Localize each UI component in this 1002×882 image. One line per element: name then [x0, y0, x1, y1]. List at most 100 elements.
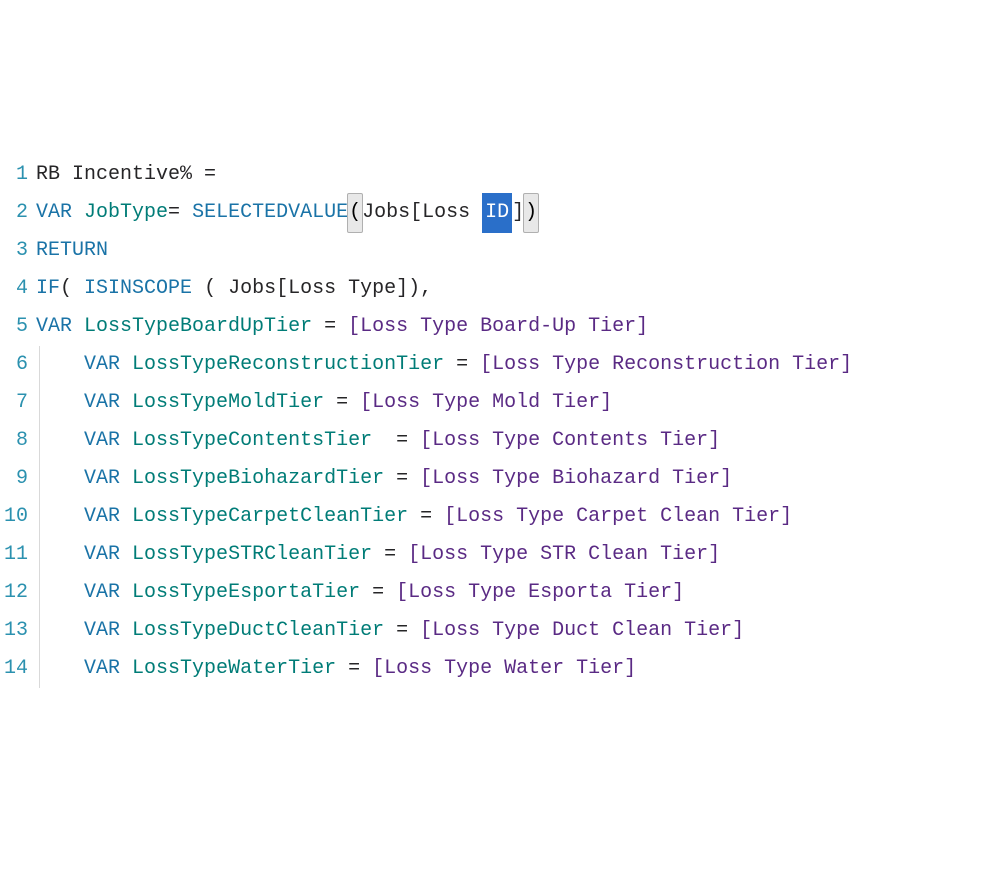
line-number: 7	[0, 384, 28, 422]
code-token	[36, 650, 84, 688]
code-token: Jobs[Loss	[362, 194, 482, 232]
keyword-token: VAR	[36, 194, 72, 232]
measure-reference-token: [Loss Type Duct Clean Tier]	[420, 612, 744, 650]
code-token: =	[444, 346, 480, 384]
measure-reference-token: [Loss Type Board-Up Tier]	[348, 308, 648, 346]
code-token: ( Jobs[Loss Type]),	[192, 270, 432, 308]
code-line[interactable]: VAR LossTypeBoardUpTier = [Loss Type Boa…	[36, 308, 1002, 346]
code-line[interactable]: VAR LossTypeEsportaTier = [Loss Type Esp…	[36, 574, 1002, 612]
variable-name-token: LossTypeSTRCleanTier	[132, 536, 372, 574]
code-token	[36, 498, 84, 536]
code-token	[120, 574, 132, 612]
code-token	[36, 612, 84, 650]
line-number: 3	[0, 232, 28, 270]
code-token: =	[324, 384, 360, 422]
selected-text: ID	[482, 193, 512, 233]
code-line[interactable]: VAR LossTypeWaterTier = [Loss Type Water…	[36, 650, 1002, 688]
code-token: =	[312, 308, 348, 346]
code-token	[120, 346, 132, 384]
keyword-token: VAR	[84, 650, 120, 688]
code-token: =	[384, 460, 420, 498]
measure-reference-token: [Loss Type Mold Tier]	[360, 384, 612, 422]
code-token	[120, 422, 132, 460]
code-token	[120, 384, 132, 422]
code-token: =	[168, 194, 192, 232]
code-line[interactable]: VAR LossTypeReconstructionTier = [Loss T…	[36, 346, 1002, 384]
keyword-token: VAR	[84, 536, 120, 574]
code-token	[120, 650, 132, 688]
variable-name-token: LossTypeReconstructionTier	[132, 346, 444, 384]
variable-name-token: LossTypeMoldTier	[132, 384, 324, 422]
variable-name-token: LossTypeEsportaTier	[132, 574, 360, 612]
measure-reference-token: [Loss Type Reconstruction Tier]	[480, 346, 852, 384]
code-token: =	[384, 612, 420, 650]
code-line[interactable]: VAR JobType= SELECTEDVALUE(Jobs[Loss ID]…	[36, 194, 1002, 232]
line-number: 12	[0, 574, 28, 612]
code-token: =	[408, 498, 444, 536]
code-line[interactable]: VAR LossTypeSTRCleanTier = [Loss Type ST…	[36, 536, 1002, 574]
code-token: =	[372, 536, 408, 574]
line-number: 4	[0, 270, 28, 308]
measure-reference-token: [Loss Type STR Clean Tier]	[408, 536, 720, 574]
code-token	[120, 460, 132, 498]
keyword-token: VAR	[84, 612, 120, 650]
code-line[interactable]: VAR LossTypeMoldTier = [Loss Type Mold T…	[36, 384, 1002, 422]
line-number: 14	[0, 650, 28, 688]
variable-name-token: LossTypeContentsTier	[132, 422, 372, 460]
line-number-gutter: 1234567891011121314	[0, 156, 36, 688]
line-number: 9	[0, 460, 28, 498]
keyword-token: VAR	[84, 460, 120, 498]
line-number: 2	[0, 194, 28, 232]
code-line[interactable]: VAR LossTypeDuctCleanTier = [Loss Type D…	[36, 612, 1002, 650]
code-line[interactable]: VAR LossTypeCarpetCleanTier = [Loss Type…	[36, 498, 1002, 536]
code-token	[36, 384, 84, 422]
keyword-token: VAR	[84, 346, 120, 384]
measure-reference-token: [Loss Type Esporta Tier]	[396, 574, 684, 612]
keyword-token: VAR	[84, 498, 120, 536]
keyword-token: VAR	[84, 422, 120, 460]
keyword-token: VAR	[84, 574, 120, 612]
code-token	[120, 612, 132, 650]
line-number: 8	[0, 422, 28, 460]
keyword-token: RETURN	[36, 232, 108, 270]
measure-reference-token: [Loss Type Contents Tier]	[420, 422, 720, 460]
code-token	[36, 574, 84, 612]
code-token	[120, 536, 132, 574]
code-line[interactable]: RETURN	[36, 232, 1002, 270]
variable-name-token: LossTypeDuctCleanTier	[132, 612, 384, 650]
code-lines[interactable]: RB Incentive% =VAR JobType= SELECTEDVALU…	[36, 156, 1002, 688]
dax-editor[interactable]: 1234567891011121314 RB Incentive% =VAR J…	[0, 156, 1002, 688]
keyword-token: VAR	[84, 384, 120, 422]
code-line[interactable]: RB Incentive% =	[36, 156, 1002, 194]
line-number: 1	[0, 156, 28, 194]
matched-bracket: )	[523, 193, 539, 233]
code-token: =	[360, 574, 396, 612]
variable-name-token: LossTypeWaterTier	[132, 650, 336, 688]
code-token: (	[60, 270, 84, 308]
code-line[interactable]: IF( ISINSCOPE ( Jobs[Loss Type]),	[36, 270, 1002, 308]
code-token	[36, 346, 84, 384]
line-number: 10	[0, 498, 28, 536]
code-token: =	[372, 422, 420, 460]
line-number: 11	[0, 536, 28, 574]
variable-name-token: LossTypeBoardUpTier	[84, 308, 312, 346]
code-token	[72, 194, 84, 232]
measure-reference-token: [Loss Type Carpet Clean Tier]	[444, 498, 792, 536]
variable-name-token: LossTypeBiohazardTier	[132, 460, 384, 498]
keyword-token: VAR	[36, 308, 72, 346]
code-line[interactable]: VAR LossTypeContentsTier = [Loss Type Co…	[36, 422, 1002, 460]
code-token	[36, 536, 84, 574]
code-token	[120, 498, 132, 536]
matched-bracket: (	[347, 193, 363, 233]
variable-name-token: LossTypeCarpetCleanTier	[132, 498, 408, 536]
line-number: 6	[0, 346, 28, 384]
function-token: SELECTEDVALUE	[192, 194, 348, 232]
code-token	[36, 422, 84, 460]
code-token	[72, 308, 84, 346]
code-line[interactable]: VAR LossTypeBiohazardTier = [Loss Type B…	[36, 460, 1002, 498]
measure-reference-token: [Loss Type Biohazard Tier]	[420, 460, 732, 498]
line-number: 5	[0, 308, 28, 346]
function-token: ISINSCOPE	[84, 270, 192, 308]
variable-name-token: JobType	[84, 194, 168, 232]
code-token: =	[336, 650, 372, 688]
